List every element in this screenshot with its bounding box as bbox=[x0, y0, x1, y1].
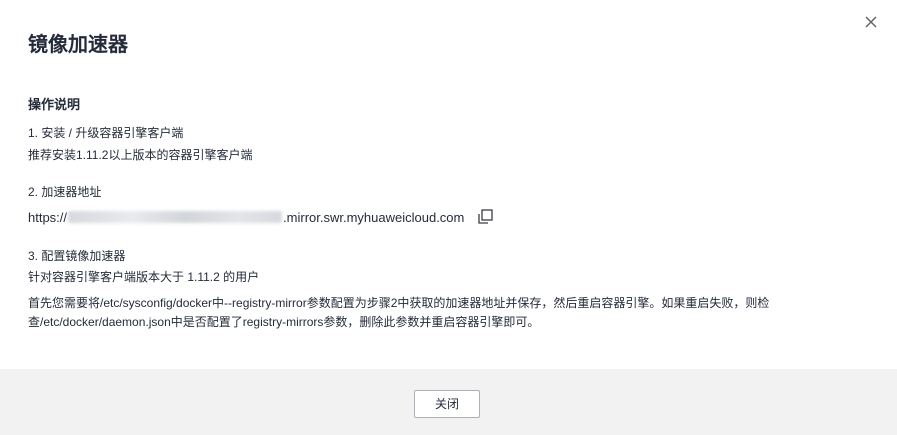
close-button[interactable]: 关闭 bbox=[414, 390, 480, 418]
step3-title: 3. 配置镜像加速器 bbox=[28, 249, 126, 263]
dialog-title: 镜像加速器 bbox=[28, 34, 128, 56]
url-suffix: .mirror.swr.myhuaweicloud.com bbox=[283, 209, 465, 225]
url-prefix: https:// bbox=[28, 209, 68, 225]
dialog-footer: 关闭 bbox=[0, 369, 897, 435]
step1-title: 1. 安装 / 升级容器引擎客户端 bbox=[28, 126, 184, 140]
copy-icon[interactable] bbox=[476, 208, 494, 226]
step3-desc: 针对容器引擎客户端版本大于 1.11.2 的用户 bbox=[28, 270, 260, 284]
url-redacted-segment bbox=[68, 211, 283, 223]
instructions-heading: 操作说明 bbox=[28, 97, 81, 112]
accelerator-url: https:// .mirror.swr.myhuaweicloud.com bbox=[28, 208, 494, 226]
step1-desc: 推荐安装1.11.2以上版本的容器引擎客户端 bbox=[28, 148, 253, 162]
step2-title: 2. 加速器地址 bbox=[28, 185, 102, 199]
mirror-accelerator-dialog: 镜像加速器 操作说明 1. 安装 / 升级容器引擎客户端 推荐安装1.11.2以… bbox=[0, 0, 897, 435]
close-icon[interactable] bbox=[862, 13, 880, 31]
step3-paragraph: 首先您需要将/etc/sysconfig/docker中--registry-m… bbox=[28, 296, 770, 329]
